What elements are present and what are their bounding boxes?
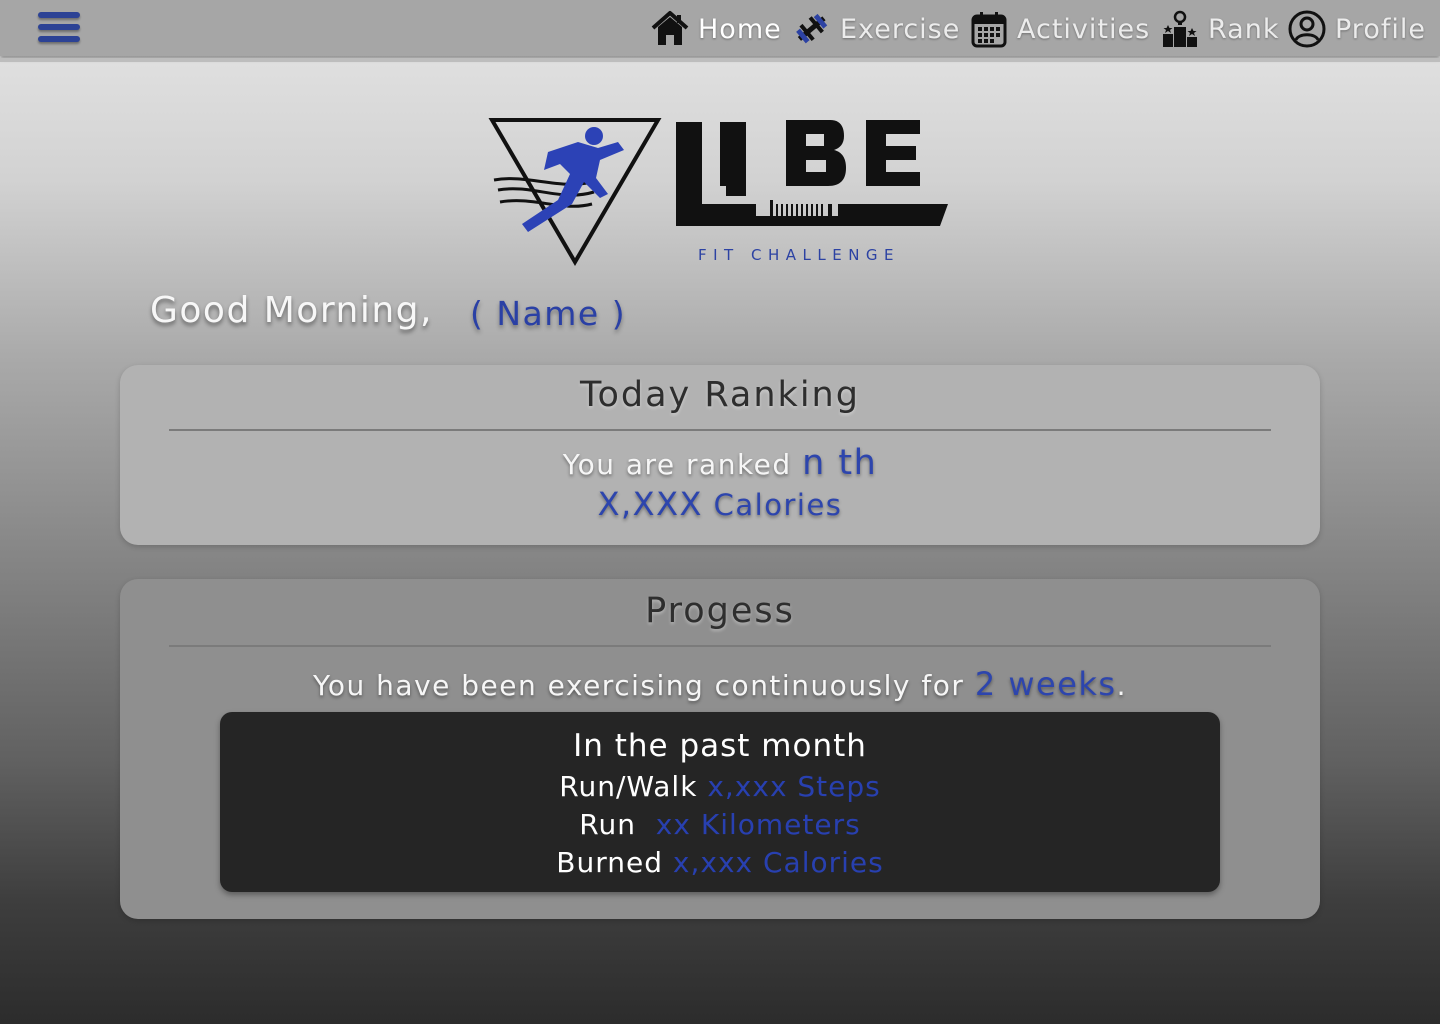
stat-row-calories: Burned x,xxx Calories xyxy=(220,846,1220,879)
past-month-heading: In the past month xyxy=(573,728,867,764)
streak-prefix: You have been exercising continuously fo… xyxy=(313,669,965,702)
nav-profile-label: Profile xyxy=(1335,13,1426,45)
home-icon xyxy=(650,9,690,49)
nav-rank[interactable]: Rank xyxy=(1160,8,1279,50)
greeting-text: Good Morning, xyxy=(150,290,433,331)
stat-row-steps: Run/Walk x,xxx Steps xyxy=(220,770,1220,803)
hamburger-menu-icon[interactable] xyxy=(38,12,82,46)
top-nav-divider xyxy=(0,58,1440,62)
stat-label: Run xyxy=(579,808,636,841)
nav-profile[interactable]: Profile xyxy=(1287,8,1426,50)
ranking-prefix: You are ranked xyxy=(562,448,792,481)
streak-value: 2 weeks xyxy=(974,665,1117,703)
logo-subtitle: FIT CHALLENGE xyxy=(698,246,901,264)
progress-divider xyxy=(169,645,1271,647)
ranking-calories: X,XXX Calories xyxy=(120,485,1320,523)
nav-activities[interactable]: Activities xyxy=(969,8,1150,50)
nav-exercise[interactable]: Exercise xyxy=(792,8,960,50)
nav-exercise-label: Exercise xyxy=(840,13,961,45)
ranking-calories-value: X,XXX xyxy=(597,485,703,523)
dumbbell-icon xyxy=(792,9,832,49)
past-month-stats-panel: In the past month Run/Walk x,xxx Steps R… xyxy=(220,712,1220,892)
stat-label: Burned xyxy=(556,846,663,879)
podium-icon xyxy=(1160,9,1200,49)
stat-label: Run/Walk xyxy=(559,770,698,803)
nav-activities-label: Activities xyxy=(1017,13,1151,45)
ranking-value: n th xyxy=(802,443,878,483)
stat-value: xx Kilometers xyxy=(655,808,861,841)
streak-line: You have been exercising continuously fo… xyxy=(120,665,1320,703)
nav-rank-label: Rank xyxy=(1208,13,1280,45)
user-circle-icon xyxy=(1287,9,1327,49)
streak-suffix: . xyxy=(1116,669,1127,702)
nav-home-label: Home xyxy=(698,13,782,45)
stat-value: x,xxx Steps xyxy=(707,770,881,803)
calendar-icon xyxy=(969,9,1009,49)
progress-card: Progess You have been exercising continu… xyxy=(120,579,1320,919)
stat-row-distance: Run xx Kilometers xyxy=(220,808,1220,841)
stat-value: x,xxx Calories xyxy=(672,846,884,879)
ranking-title: Today Ranking xyxy=(580,375,860,415)
ranking-calories-unit: Calories xyxy=(713,488,843,522)
ranking-line: You are ranked n th xyxy=(120,443,1320,483)
progress-title: Progess xyxy=(645,591,795,631)
ranking-divider xyxy=(169,429,1271,431)
nav-home[interactable]: Home xyxy=(650,8,782,50)
today-ranking-card: Today Ranking You are ranked n th X,XXX … xyxy=(120,365,1320,545)
greeting-name: ( Name ) xyxy=(470,294,627,333)
